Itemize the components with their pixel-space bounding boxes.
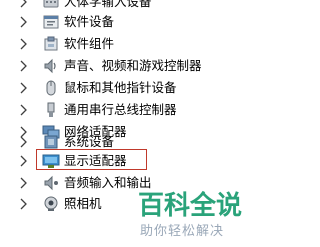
software-component-icon bbox=[44, 36, 58, 51]
camera-icon bbox=[44, 196, 58, 211]
tree-item-label: 通用串行总线控制器 bbox=[64, 102, 177, 117]
audio-io-icon bbox=[44, 175, 58, 191]
hid-icon bbox=[43, 0, 59, 8]
tree-item-label: 软件组件 bbox=[64, 36, 115, 51]
usb-icon bbox=[47, 102, 55, 117]
device-manager-tree: 人体学输入设备 软件设备 软件组件 声音、视频和游戏控制器 鼠标和其他指针设备 … bbox=[0, 0, 260, 247]
tree-item-label: 人体学输入设备 bbox=[64, 0, 152, 9]
chevron-right-icon[interactable] bbox=[18, 155, 28, 167]
tree-item-mice[interactable]: 鼠标和其他指针设备 bbox=[0, 77, 260, 99]
chevron-right-icon[interactable] bbox=[18, 104, 28, 116]
tree-item-label: 显示适配器 bbox=[64, 153, 127, 168]
tree-item-software-components[interactable]: 软件组件 bbox=[0, 33, 260, 55]
tree-item-usb-controllers[interactable]: 通用串行总线控制器 bbox=[0, 99, 260, 121]
tree-item-label: 照相机 bbox=[64, 196, 102, 211]
chevron-right-icon[interactable] bbox=[18, 82, 28, 94]
watermark-logo: 百科全说 bbox=[138, 190, 242, 220]
watermark-subtitle: 助你轻松解决 bbox=[140, 224, 225, 239]
watermark-logo-text: 百科全说 bbox=[138, 190, 242, 220]
chevron-right-icon[interactable] bbox=[18, 177, 28, 189]
chevron-right-icon[interactable] bbox=[18, 198, 28, 210]
system-device-icon bbox=[44, 135, 58, 149]
tree-item-label: 鼠标和其他指针设备 bbox=[64, 80, 177, 95]
chevron-right-icon[interactable] bbox=[18, 0, 28, 8]
tree-item-software-devices[interactable]: 软件设备 bbox=[0, 11, 260, 33]
tree-item-label: 系统设备 bbox=[64, 134, 115, 149]
display-adapter-icon bbox=[42, 154, 60, 168]
mouse-icon bbox=[46, 80, 56, 96]
chevron-right-icon[interactable] bbox=[18, 136, 28, 148]
chevron-right-icon[interactable] bbox=[18, 16, 28, 28]
tree-item-sound-video-game[interactable]: 声音、视频和游戏控制器 bbox=[0, 55, 260, 77]
watermark: 百科全说 助你轻松解决 bbox=[136, 188, 254, 242]
chevron-right-icon[interactable] bbox=[18, 60, 28, 72]
tree-item-label: 软件设备 bbox=[64, 14, 115, 29]
software-device-icon bbox=[43, 15, 59, 29]
tree-item-display-adapters[interactable]: 显示适配器 bbox=[0, 150, 260, 172]
tree-item-label: 声音、视频和游戏控制器 bbox=[64, 58, 202, 73]
speaker-icon bbox=[44, 58, 56, 74]
chevron-right-icon[interactable] bbox=[18, 38, 28, 50]
